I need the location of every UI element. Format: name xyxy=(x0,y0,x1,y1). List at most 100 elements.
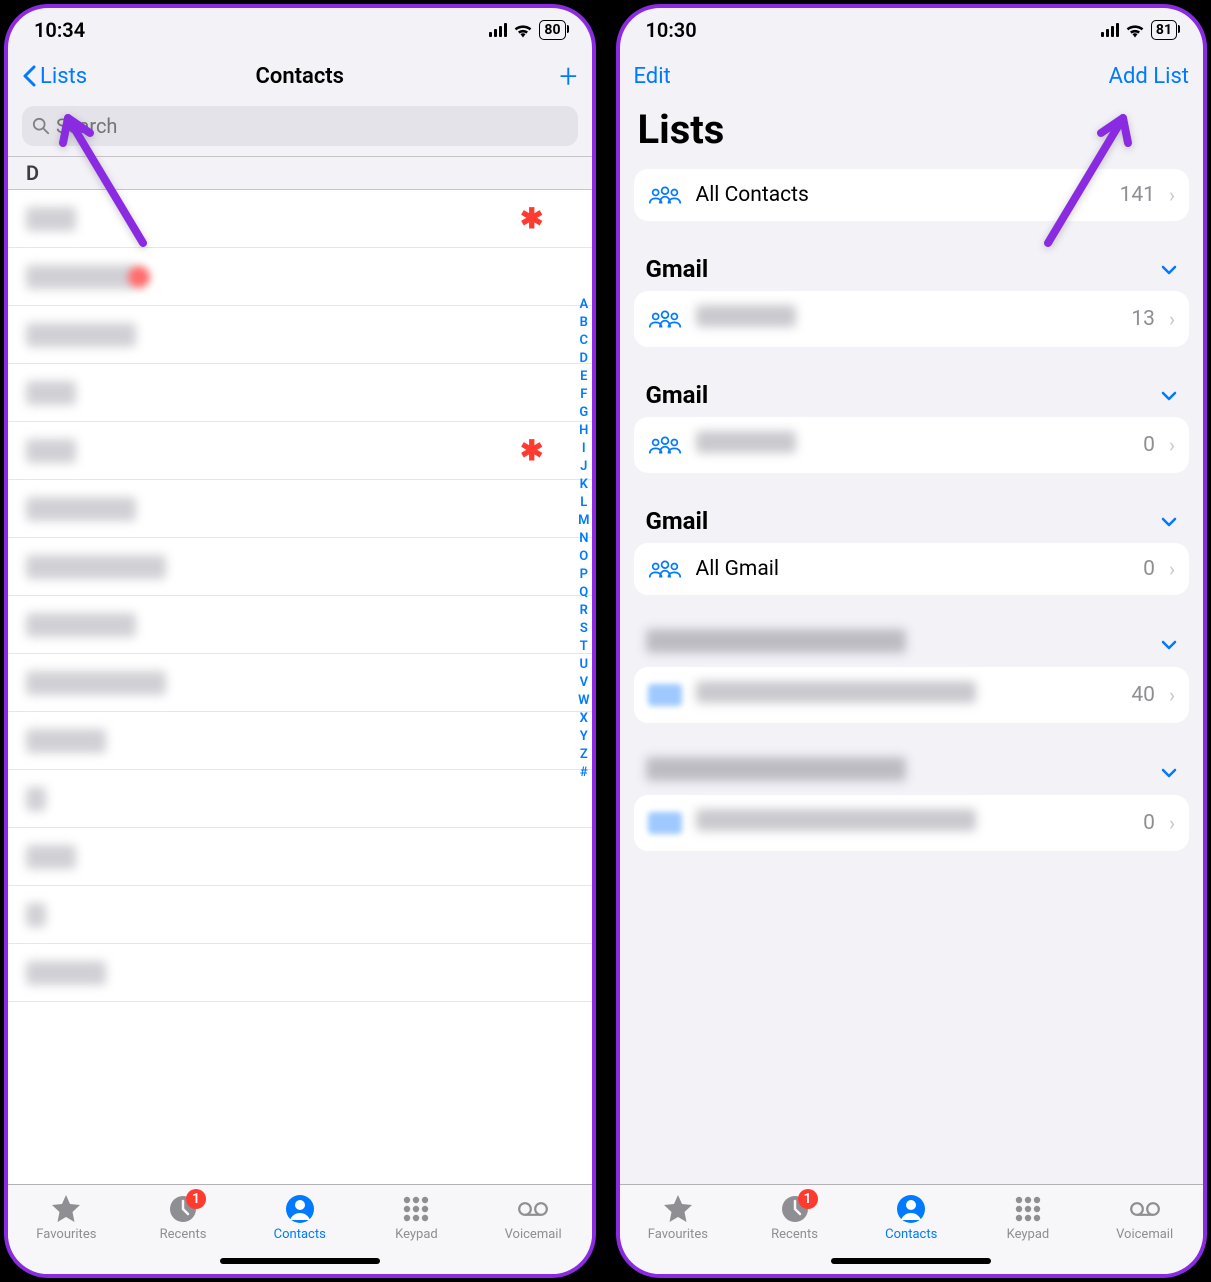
list-card: 13› xyxy=(634,291,1190,347)
list-row[interactable]: 13› xyxy=(634,291,1190,347)
all-contacts-row[interactable]: All Contacts 141 › xyxy=(634,169,1190,221)
alpha-index-letter[interactable]: L xyxy=(578,494,589,512)
list-row[interactable]: 0› xyxy=(634,795,1190,851)
list-card: All Gmail0› xyxy=(634,543,1190,595)
contact-row[interactable]: ✱ xyxy=(8,422,592,480)
alpha-index-letter[interactable]: Z xyxy=(578,746,589,764)
chevron-right-icon: › xyxy=(1169,183,1175,207)
tab-recents[interactable]: 1Recents xyxy=(138,1193,228,1274)
lists-content[interactable]: All Contacts 141 › Gmail13›Gmail0›GmailA… xyxy=(620,165,1204,1184)
group-icon xyxy=(648,558,682,580)
tab-voicemail[interactable]: Voicemail xyxy=(1100,1193,1190,1274)
alpha-index-letter[interactable]: Q xyxy=(578,584,589,602)
contact-row[interactable] xyxy=(8,828,592,886)
battery-level: 81 xyxy=(1156,22,1172,38)
search-input[interactable] xyxy=(56,114,568,138)
wifi-icon xyxy=(1125,22,1145,38)
list-card: 0› xyxy=(634,795,1190,851)
list-row[interactable]: 0› xyxy=(634,417,1190,473)
nav-bar: Lists Contacts + xyxy=(8,52,592,100)
alpha-index-letter[interactable]: M xyxy=(578,512,589,530)
alpha-index-letter[interactable]: D xyxy=(578,350,589,368)
account-header[interactable]: Gmail xyxy=(620,507,1204,543)
search-icon xyxy=(32,117,50,135)
status-bar: 10:34 80 xyxy=(8,8,592,52)
signal-icon xyxy=(489,23,507,37)
alpha-index-letter[interactable]: E xyxy=(578,368,589,386)
account-name: Gmail xyxy=(646,255,709,283)
search-bar[interactable] xyxy=(22,106,578,146)
contact-row[interactable]: ✱ xyxy=(8,190,592,248)
account-header[interactable]: Gmail xyxy=(620,255,1204,291)
tab-keypad[interactable]: Keypad xyxy=(371,1193,461,1274)
tab-favourites[interactable]: Favourites xyxy=(21,1193,111,1274)
contact-row[interactable] xyxy=(8,944,592,1002)
status-right: 81 xyxy=(1101,20,1177,40)
contact-row[interactable] xyxy=(8,538,592,596)
contact-row[interactable] xyxy=(8,248,592,306)
alpha-index-letter[interactable]: P xyxy=(578,566,589,584)
account-header[interactable]: Gmail xyxy=(620,381,1204,417)
tab-keypad[interactable]: Keypad xyxy=(983,1193,1073,1274)
account-name xyxy=(646,629,906,659)
alpha-index-letter[interactable]: W xyxy=(578,692,589,710)
alpha-index[interactable]: ABCDEFGHIJKLMNOPQRSTUVWXYZ# xyxy=(578,296,589,782)
alpha-index-letter[interactable]: S xyxy=(578,620,589,638)
contact-row[interactable] xyxy=(8,364,592,422)
account-header[interactable] xyxy=(620,757,1204,795)
nav-title: Contacts xyxy=(255,64,344,89)
alpha-index-letter[interactable]: A xyxy=(578,296,589,314)
tab-voicemail[interactable]: Voicemail xyxy=(488,1193,578,1274)
alpha-index-letter[interactable]: U xyxy=(578,656,589,674)
contact-row[interactable] xyxy=(8,596,592,654)
chevron-down-icon xyxy=(1161,762,1177,783)
status-time: 10:34 xyxy=(34,18,85,42)
group-icon xyxy=(648,308,682,330)
contact-row[interactable] xyxy=(8,712,592,770)
home-indicator[interactable] xyxy=(220,1258,380,1264)
row-count: 0 xyxy=(1143,433,1155,457)
alpha-index-letter[interactable]: V xyxy=(578,674,589,692)
chevron-down-icon xyxy=(1161,511,1177,532)
alpha-index-letter[interactable]: C xyxy=(578,332,589,350)
contacts-list[interactable]: D ✱ ✱ ABCDEFGHIJKLMNOPQRSTUVWXYZ# xyxy=(8,156,592,1184)
all-contacts-card: All Contacts 141 › xyxy=(634,169,1190,221)
alpha-index-letter[interactable]: Y xyxy=(578,728,589,746)
alpha-index-letter[interactable]: H xyxy=(578,422,589,440)
list-row[interactable]: All Gmail0› xyxy=(634,543,1190,595)
alpha-index-letter[interactable]: O xyxy=(578,548,589,566)
alpha-index-letter[interactable]: J xyxy=(578,458,589,476)
alpha-index-letter[interactable]: X xyxy=(578,710,589,728)
tab-label: Keypad xyxy=(395,1227,438,1242)
alpha-index-letter[interactable]: K xyxy=(578,476,589,494)
contact-row[interactable] xyxy=(8,886,592,944)
edit-button[interactable]: Edit xyxy=(634,64,671,89)
alpha-index-letter[interactable]: I xyxy=(578,440,589,458)
tab-recents[interactable]: 1Recents xyxy=(750,1193,840,1274)
chevron-down-icon xyxy=(1161,259,1177,280)
back-button[interactable]: Lists xyxy=(22,64,87,89)
contact-row[interactable] xyxy=(8,480,592,538)
alpha-index-letter[interactable]: R xyxy=(578,602,589,620)
status-right: 80 xyxy=(489,20,565,40)
contact-row[interactable] xyxy=(8,306,592,364)
alpha-index-letter[interactable]: T xyxy=(578,638,589,656)
row-count: 13 xyxy=(1131,307,1155,331)
add-list-button[interactable]: Add List xyxy=(1109,64,1189,89)
alpha-index-letter[interactable]: # xyxy=(578,764,589,782)
chevron-right-icon: › xyxy=(1169,433,1175,457)
alpha-index-letter[interactable]: B xyxy=(578,314,589,332)
contact-row[interactable] xyxy=(8,654,592,712)
add-button[interactable]: + xyxy=(559,57,577,95)
home-indicator[interactable] xyxy=(831,1258,991,1264)
list-row[interactable]: 40› xyxy=(634,667,1190,723)
contact-row[interactable] xyxy=(8,770,592,828)
alpha-index-letter[interactable]: N xyxy=(578,530,589,548)
alpha-index-letter[interactable]: F xyxy=(578,386,589,404)
keypad-icon xyxy=(400,1193,432,1225)
account-name xyxy=(646,757,906,787)
edit-label: Edit xyxy=(634,64,671,89)
alpha-index-letter[interactable]: G xyxy=(578,404,589,422)
tab-favourites[interactable]: Favourites xyxy=(633,1193,723,1274)
account-header[interactable] xyxy=(620,629,1204,667)
